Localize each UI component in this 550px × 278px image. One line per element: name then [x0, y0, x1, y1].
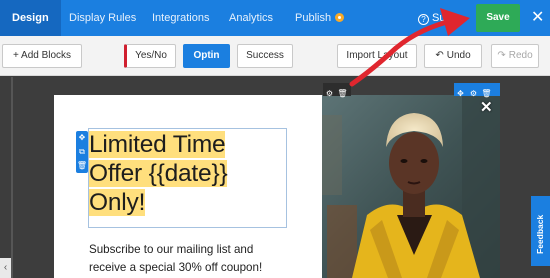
tab-integrations[interactable]: Integrations: [152, 0, 209, 36]
portrait-illustration: [322, 95, 500, 278]
notification-badge-icon: [335, 13, 345, 22]
tab-publish-label: Publish: [295, 12, 332, 24]
tab-display-rules[interactable]: Display Rules: [69, 0, 136, 36]
gear-icon[interactable]: ⚙: [323, 87, 336, 100]
redo-icon: ↷: [497, 50, 506, 61]
redo-label: Redo: [508, 50, 533, 61]
headline-line-2: Offer {{date}}: [89, 160, 228, 187]
question-circle-icon: ?: [418, 14, 429, 25]
feedback-label: Feedback: [535, 214, 545, 254]
trash-icon[interactable]: 🗑: [480, 87, 493, 100]
view-yes-no-button[interactable]: Yes/No: [124, 44, 176, 68]
undo-button[interactable]: ↶ Undo: [424, 44, 482, 68]
trash-icon[interactable]: 🗑: [336, 87, 349, 100]
redo-button[interactable]: ↷ Redo: [491, 44, 539, 68]
tab-design[interactable]: Design: [0, 0, 61, 36]
feedback-tab[interactable]: Feedback: [531, 196, 550, 266]
save-button[interactable]: Save: [476, 4, 520, 32]
trash-icon[interactable]: 🗑: [76, 159, 88, 173]
block-handle-bar: ✥ ⧉ 🗑: [76, 131, 88, 173]
canvas-divider: [11, 77, 13, 278]
hero-image[interactable]: [322, 95, 500, 278]
move-icon[interactable]: ✥: [76, 131, 88, 145]
copy-icon[interactable]: ⧉: [76, 145, 88, 159]
tab-publish[interactable]: Publish: [295, 0, 345, 36]
view-success-button[interactable]: Success: [237, 44, 293, 68]
support-link[interactable]: ? Supp: [418, 0, 458, 36]
column-toolbar: ✥ ⚙ 🗑: [454, 83, 500, 98]
popup-body-text[interactable]: Subscribe to our mailing list and receiv…: [89, 241, 289, 277]
collapse-sidebar-chevron-icon[interactable]: ‹: [0, 258, 11, 278]
headline-line-3: Only!: [89, 189, 146, 216]
tab-analytics[interactable]: Analytics: [229, 0, 273, 36]
view-optin-button[interactable]: Optin: [183, 44, 230, 68]
image-block-toolbar: ⚙ 🗑: [323, 83, 351, 98]
add-blocks-button[interactable]: + Add Blocks: [2, 44, 82, 68]
move-icon[interactable]: ✥: [454, 87, 467, 100]
headline-line-1: Limited Time: [89, 131, 226, 158]
undo-icon: ↶: [435, 50, 444, 61]
builder-toolbar: + Add Blocks Yes/No Optin Success Import…: [0, 36, 550, 76]
import-layout-button[interactable]: Import Layout: [337, 44, 417, 68]
top-nav-bar: Design Display Rules Integrations Analyt…: [0, 0, 550, 36]
gear-icon[interactable]: ⚙: [467, 87, 480, 100]
close-builder-icon[interactable]: ✕: [531, 8, 544, 28]
popup-headline[interactable]: Limited Time Offer {{date}} Only!: [89, 130, 228, 217]
undo-label: Undo: [446, 50, 471, 61]
support-label: Supp: [432, 12, 458, 24]
popup-close-icon[interactable]: ✕: [480, 100, 493, 115]
